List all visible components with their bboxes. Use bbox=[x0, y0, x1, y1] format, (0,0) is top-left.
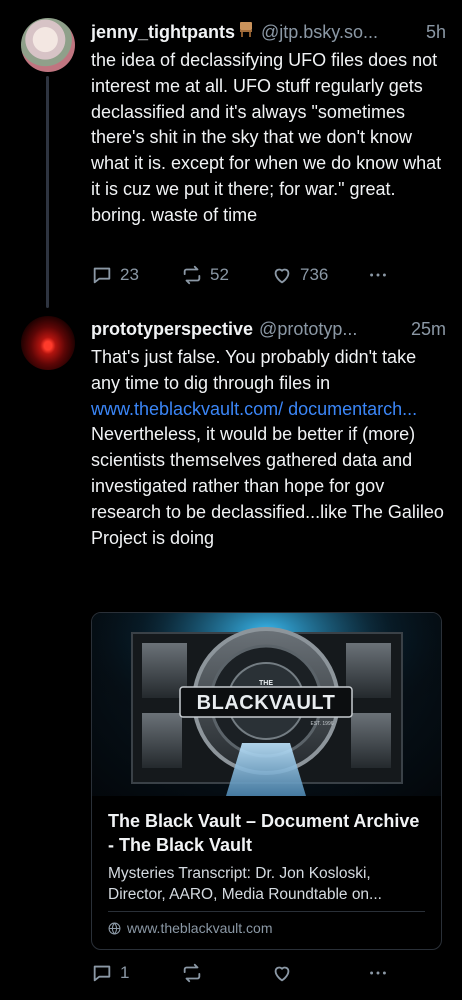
heart-icon bbox=[274, 966, 290, 982]
post-header: prototyperspective @prototyp... 25m bbox=[91, 317, 446, 341]
vault-logo-small: THE bbox=[259, 680, 273, 687]
like-count: 736 bbox=[300, 265, 329, 284]
heart-icon bbox=[274, 268, 290, 284]
post-text: That's just false. You probably didn't t… bbox=[91, 345, 446, 551]
author-handle[interactable]: @prototyp... bbox=[259, 317, 403, 341]
vault-logo-est: EST. 1996 bbox=[310, 721, 333, 727]
thread-connector-line bbox=[46, 76, 49, 308]
post-2-actions: 1 bbox=[91, 962, 389, 984]
author-name[interactable]: prototyperspective bbox=[91, 317, 253, 341]
globe-icon bbox=[108, 922, 121, 934]
avatar[interactable] bbox=[21, 316, 75, 370]
vault-image: BLACKVAULT THE EST. 1996 bbox=[92, 613, 441, 796]
card-description: Mysteries Transcript: Dr. Jon Kosloski, … bbox=[108, 865, 382, 903]
post-text: the idea of declassifying UFO files does… bbox=[91, 50, 442, 225]
post-link[interactable]: www.theblackvault.com/ documentarch... bbox=[91, 399, 417, 419]
reply-count: 1 bbox=[120, 963, 130, 982]
reply-icon bbox=[93, 965, 111, 982]
card-title: The Black Vault – Document Archive - The… bbox=[108, 811, 420, 855]
reply-button[interactable]: 23 bbox=[91, 264, 181, 286]
chair-icon bbox=[240, 22, 253, 37]
card-domain: www.theblackvault.com bbox=[108, 920, 273, 936]
repost-button[interactable] bbox=[181, 962, 271, 984]
repost-icon bbox=[183, 963, 201, 983]
author-handle[interactable]: @jtp.bsky.so... bbox=[261, 20, 418, 44]
post-1-actions: 23 52 736 bbox=[91, 264, 389, 286]
like-button[interactable]: 736 bbox=[271, 264, 367, 286]
reply-button[interactable]: 1 bbox=[91, 962, 181, 984]
post-timestamp[interactable]: 5h bbox=[426, 20, 446, 44]
more-options-button[interactable] bbox=[367, 264, 389, 286]
link-preview-card[interactable]: BLACKVAULT THE EST. 1996 The Black Vault… bbox=[91, 612, 442, 950]
avatar[interactable] bbox=[21, 18, 75, 72]
card-domain-text: www.theblackvault.com bbox=[127, 920, 273, 936]
repost-count: 52 bbox=[210, 265, 229, 284]
repost-icon bbox=[183, 265, 201, 285]
post-timestamp[interactable]: 25m bbox=[411, 317, 446, 341]
like-button[interactable] bbox=[271, 962, 367, 984]
reply-icon bbox=[93, 267, 111, 284]
more-icon bbox=[370, 971, 386, 975]
post-header: jenny_tightpants @jtp.bsky.so... 5h bbox=[91, 20, 446, 44]
more-options-button[interactable] bbox=[367, 962, 389, 984]
post-1[interactable]: jenny_tightpants @jtp.bsky.so... 5h the … bbox=[91, 20, 446, 229]
vault-logo-text: BLACKVAULT bbox=[197, 692, 336, 714]
reply-count: 23 bbox=[120, 265, 139, 284]
post-text-part: That's just false. You probably didn't t… bbox=[91, 347, 417, 393]
author-name[interactable]: jenny_tightpants bbox=[91, 20, 235, 44]
post-2[interactable]: prototyperspective @prototyp... 25m That… bbox=[91, 317, 446, 551]
post-text-part: Nevertheless, it would be better if (mor… bbox=[91, 424, 444, 548]
repost-button[interactable]: 52 bbox=[181, 264, 271, 286]
card-divider bbox=[108, 911, 425, 912]
card-thumbnail: BLACKVAULT THE EST. 1996 bbox=[92, 613, 441, 796]
more-icon bbox=[370, 273, 386, 277]
